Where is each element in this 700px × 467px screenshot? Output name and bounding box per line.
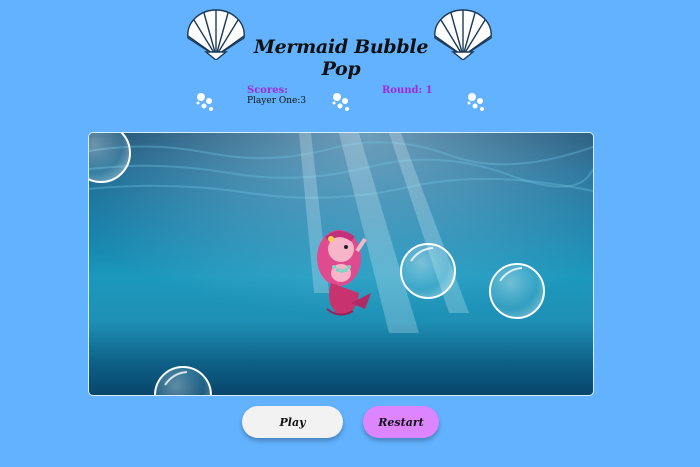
bubbles-icon — [467, 93, 484, 111]
bubble[interactable] — [489, 263, 545, 319]
game-page: Mermaid Bubble Pop Scores: Player One:3 … — [0, 0, 700, 467]
bubble[interactable] — [400, 243, 456, 299]
round-indicator: Round: 1 — [382, 85, 433, 96]
page-title: Mermaid Bubble Pop — [253, 36, 429, 80]
game-canvas[interactable] — [88, 132, 594, 396]
scores-label: Scores: — [247, 85, 288, 96]
restart-button[interactable]: Restart — [363, 406, 439, 438]
bubbles-icon — [332, 93, 349, 111]
underwater-scene — [89, 133, 593, 395]
play-button[interactable]: Play — [242, 406, 343, 438]
bubbles-icon — [196, 93, 213, 111]
player-score: Player One:3 — [247, 96, 307, 106]
